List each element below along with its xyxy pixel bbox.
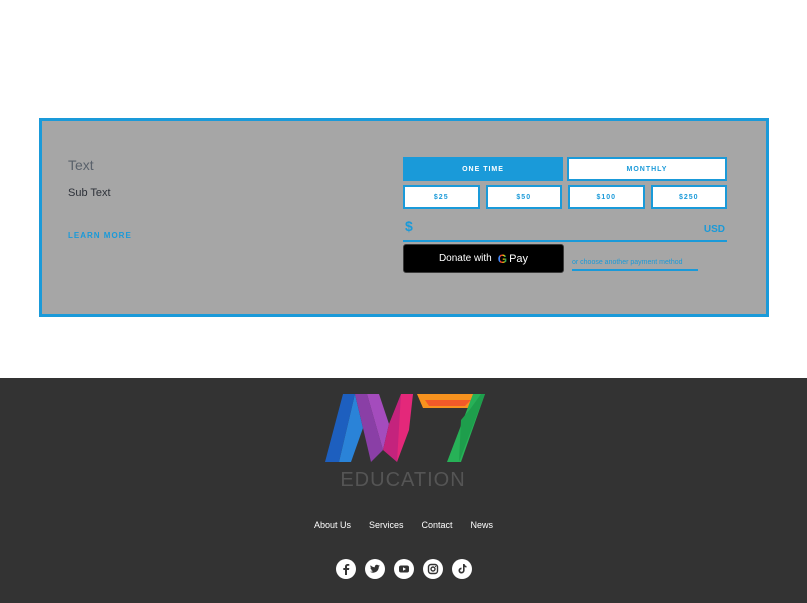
one-time-button[interactable]: ONE TIME xyxy=(403,157,563,181)
amount-button-100[interactable]: $100 xyxy=(568,185,645,209)
m7-logo-icon xyxy=(325,394,485,462)
donation-info: Text Sub Text LEARN MORE xyxy=(68,157,132,240)
footer-nav: About Us Services Contact News xyxy=(0,520,807,530)
google-g-icon: G xyxy=(497,251,508,266)
amount-button-50[interactable]: $50 xyxy=(485,185,562,209)
custom-amount-input[interactable]: $ USD xyxy=(403,218,727,242)
gpay-pay-text: Pay xyxy=(509,252,529,265)
logo-wordmark: EDUCATION xyxy=(340,469,466,491)
twitter-icon[interactable] xyxy=(364,559,385,579)
nav-news[interactable]: News xyxy=(471,520,494,530)
currency-sign: $ xyxy=(405,218,413,234)
google-pay-logo: G Pay xyxy=(498,252,528,266)
amount-options: $25 $50 $100 $250 xyxy=(403,185,727,209)
currency-code: USD xyxy=(703,224,725,235)
tiktok-icon[interactable] xyxy=(451,559,472,579)
instagram-icon[interactable] xyxy=(422,559,443,579)
youtube-icon[interactable] xyxy=(393,559,414,579)
donation-subtext: Sub Text xyxy=(68,187,111,199)
amount-button-25[interactable]: $25 xyxy=(403,185,480,209)
nav-about-us[interactable]: About Us xyxy=(314,520,351,530)
donation-panel: Text Sub Text LEARN MORE ONE TIME MONTHL… xyxy=(39,118,769,317)
nav-contact[interactable]: Contact xyxy=(422,520,453,530)
amount-button-250[interactable]: $250 xyxy=(650,185,727,209)
learn-more-link[interactable]: LEARN MORE xyxy=(68,231,132,240)
nav-services[interactable]: Services xyxy=(369,520,404,530)
other-payment-link[interactable]: or choose another payment method xyxy=(572,259,698,271)
google-pay-donate-button[interactable]: Donate with G Pay xyxy=(403,244,564,273)
gpay-prefix: Donate with xyxy=(438,253,492,264)
monthly-button[interactable]: MONTHLY xyxy=(567,157,727,181)
site-footer: EDUCATION About Us Services Contact News xyxy=(0,378,807,603)
donation-title: Text xyxy=(68,157,94,173)
social-links xyxy=(0,559,807,579)
frequency-toggle: ONE TIME MONTHLY xyxy=(403,157,727,181)
facebook-icon[interactable] xyxy=(335,559,356,579)
